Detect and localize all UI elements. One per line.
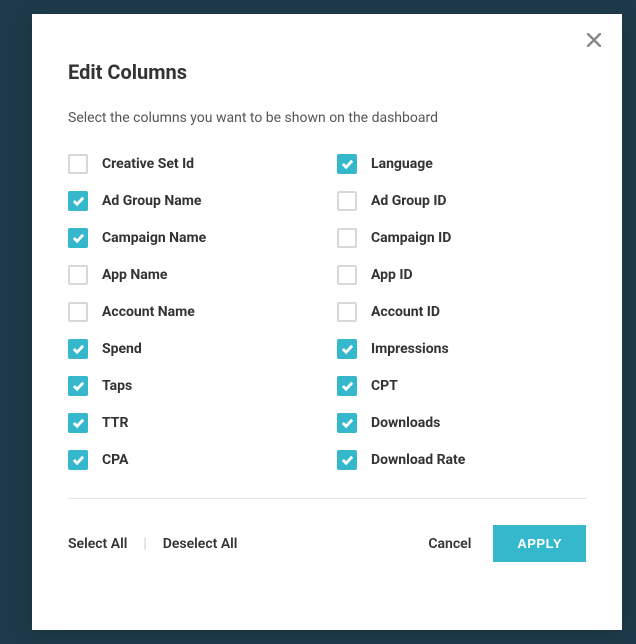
deselect-all-link[interactable]: Deselect All [163, 536, 238, 552]
column-option-app-name[interactable]: App Name [68, 265, 317, 285]
checkbox-label: Language [371, 156, 433, 172]
column-option-impressions[interactable]: Impressions [337, 339, 586, 359]
checkbox-label: Impressions [371, 341, 449, 357]
checkbox-label: Campaign Name [102, 230, 206, 246]
column-option-account-name[interactable]: Account Name [68, 302, 317, 322]
modal-footer: Select All | Deselect All Cancel APPLY [68, 525, 586, 562]
checkmark-icon [72, 454, 85, 466]
checkbox[interactable] [337, 339, 357, 359]
checkbox[interactable] [68, 376, 88, 396]
checkbox-label: Downloads [371, 415, 440, 431]
checkmark-icon [72, 417, 85, 429]
checkbox-label: Ad Group Name [102, 193, 201, 209]
edit-columns-modal: Edit Columns Select the columns you want… [32, 14, 622, 630]
footer-left: Select All | Deselect All [68, 536, 237, 552]
modal-title: Edit Columns [68, 60, 586, 84]
checkmark-icon [72, 343, 85, 355]
column-option-ttr[interactable]: TTR [68, 413, 317, 433]
columns-grid: Creative Set Id Language Ad Group Name A… [68, 154, 586, 470]
checkbox-label: CPA [102, 452, 128, 468]
checkbox[interactable] [337, 302, 357, 322]
checkbox[interactable] [68, 413, 88, 433]
checkmark-icon [72, 380, 85, 392]
checkmark-icon [341, 380, 354, 392]
checkbox[interactable] [68, 302, 88, 322]
checkbox[interactable] [337, 413, 357, 433]
checkmark-icon [341, 417, 354, 429]
checkbox[interactable] [337, 228, 357, 248]
separator: | [143, 536, 146, 552]
column-option-creative-set-id[interactable]: Creative Set Id [68, 154, 317, 174]
column-option-ad-group-name[interactable]: Ad Group Name [68, 191, 317, 211]
checkbox-label: App ID [371, 267, 413, 283]
select-all-link[interactable]: Select All [68, 536, 127, 552]
checkmark-icon [341, 343, 354, 355]
close-icon [587, 33, 601, 47]
checkbox-label: Creative Set Id [102, 156, 194, 172]
column-option-account-id[interactable]: Account ID [337, 302, 586, 322]
apply-button[interactable]: APPLY [493, 525, 586, 562]
modal-subtitle: Select the columns you want to be shown … [68, 110, 586, 126]
column-option-taps[interactable]: Taps [68, 376, 317, 396]
checkbox[interactable] [68, 228, 88, 248]
checkbox-label: Account ID [371, 304, 440, 320]
column-option-cpa[interactable]: CPA [68, 450, 317, 470]
checkbox[interactable] [337, 191, 357, 211]
checkbox[interactable] [68, 265, 88, 285]
close-button[interactable] [584, 30, 604, 50]
checkmark-icon [72, 195, 85, 207]
checkbox[interactable] [68, 339, 88, 359]
column-option-download-rate[interactable]: Download Rate [337, 450, 586, 470]
checkbox[interactable] [68, 191, 88, 211]
checkbox-label: Account Name [102, 304, 195, 320]
divider [68, 498, 586, 499]
checkbox-label: Taps [102, 378, 132, 394]
column-option-cpt[interactable]: CPT [337, 376, 586, 396]
checkbox[interactable] [68, 154, 88, 174]
checkbox-label: Ad Group ID [371, 193, 447, 209]
column-option-campaign-id[interactable]: Campaign ID [337, 228, 586, 248]
checkmark-icon [341, 454, 354, 466]
column-option-ad-group-id[interactable]: Ad Group ID [337, 191, 586, 211]
checkbox-label: App Name [102, 267, 167, 283]
cancel-button[interactable]: Cancel [428, 536, 471, 552]
checkmark-icon [72, 232, 85, 244]
column-option-downloads[interactable]: Downloads [337, 413, 586, 433]
checkbox[interactable] [68, 450, 88, 470]
checkbox-label: Campaign ID [371, 230, 451, 246]
checkbox[interactable] [337, 376, 357, 396]
footer-right: Cancel APPLY [428, 525, 586, 562]
checkbox-label: Spend [102, 341, 142, 357]
column-option-campaign-name[interactable]: Campaign Name [68, 228, 317, 248]
column-option-language[interactable]: Language [337, 154, 586, 174]
checkbox-label: TTR [102, 415, 128, 431]
checkbox[interactable] [337, 450, 357, 470]
column-option-app-id[interactable]: App ID [337, 265, 586, 285]
checkbox-label: Download Rate [371, 452, 465, 468]
checkbox[interactable] [337, 265, 357, 285]
checkmark-icon [341, 158, 354, 170]
column-option-spend[interactable]: Spend [68, 339, 317, 359]
checkbox-label: CPT [371, 378, 398, 394]
checkbox[interactable] [337, 154, 357, 174]
